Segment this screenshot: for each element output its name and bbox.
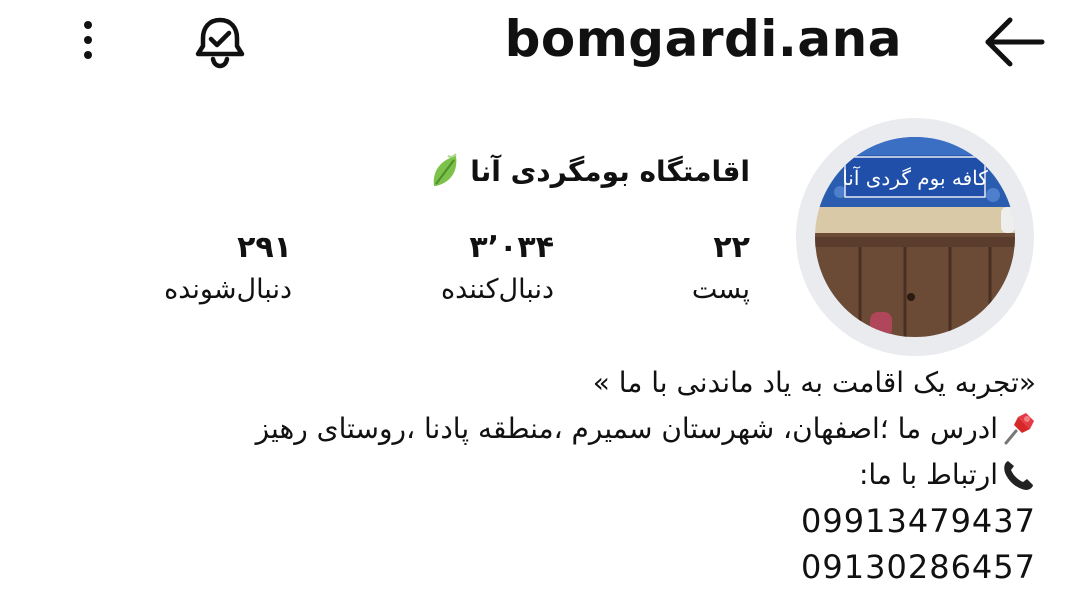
leaf-icon xyxy=(433,153,457,186)
phone-number-1[interactable]: 09913479437 xyxy=(76,498,1036,544)
profile-username: bomgardi.ana xyxy=(504,10,902,68)
more-options-icon[interactable] xyxy=(70,14,106,66)
pushpin-icon xyxy=(1004,413,1034,445)
more-dot xyxy=(84,36,92,44)
telephone-receiver-icon xyxy=(1004,461,1033,490)
bell-check-icon xyxy=(195,17,245,69)
top-bar: bomgardi.ana xyxy=(0,0,1080,90)
posts-count: ۲۲ xyxy=(713,230,750,265)
profile-display-name: اقامتگاه بومگردی آنا xyxy=(428,148,750,196)
avatar-sign-text: کافه بوم گردی آنا xyxy=(842,166,988,190)
stat-posts[interactable]: ۲۲ پست xyxy=(692,228,750,312)
bio-line-contact: ارتباط با ما: xyxy=(76,452,1036,498)
display-name-text: اقامتگاه بومگردی آنا xyxy=(470,155,750,188)
following-count: ۲۹۱ xyxy=(237,230,292,265)
profile-avatar[interactable]: کافه بوم گردی آنا xyxy=(815,137,1015,337)
more-dot xyxy=(84,21,92,29)
phone-number-2[interactable]: 09130286457 xyxy=(76,544,1036,590)
more-dot xyxy=(84,51,92,59)
followers-label: دنبال‌کننده xyxy=(441,274,554,305)
contact-label: ارتباط با ما: xyxy=(858,458,998,491)
posts-label: پست xyxy=(691,274,750,305)
avatar-photo: کافه بوم گردی آنا xyxy=(815,137,1015,337)
back-arrow-icon[interactable] xyxy=(978,14,1050,70)
notifications-bell-icon[interactable] xyxy=(190,12,250,72)
bio-line-tagline: «تجربه یک اقامت به یاد ماندنی با ما » xyxy=(592,366,1036,399)
stat-followers[interactable]: ۳٬۰۳۴ دنبال‌کننده xyxy=(441,228,554,312)
stat-following[interactable]: ۲۹۱ دنبال‌شونده xyxy=(164,228,292,312)
address-text: ادرس ما ؛اصفهان، شهرستان سمیرم ،منطقه پا… xyxy=(255,412,998,445)
arrow-left-icon xyxy=(985,17,1045,67)
profile-bio: «تجربه یک اقامت به یاد ماندنی با ما » اد… xyxy=(76,360,1036,590)
bio-line-address: ادرس ما ؛اصفهان، شهرستان سمیرم ،منطقه پا… xyxy=(76,406,1036,452)
following-label: دنبال‌شونده xyxy=(164,274,292,305)
followers-count: ۳٬۰۳۴ xyxy=(469,230,554,265)
avatar-ring[interactable]: کافه بوم گردی آنا xyxy=(796,118,1034,356)
